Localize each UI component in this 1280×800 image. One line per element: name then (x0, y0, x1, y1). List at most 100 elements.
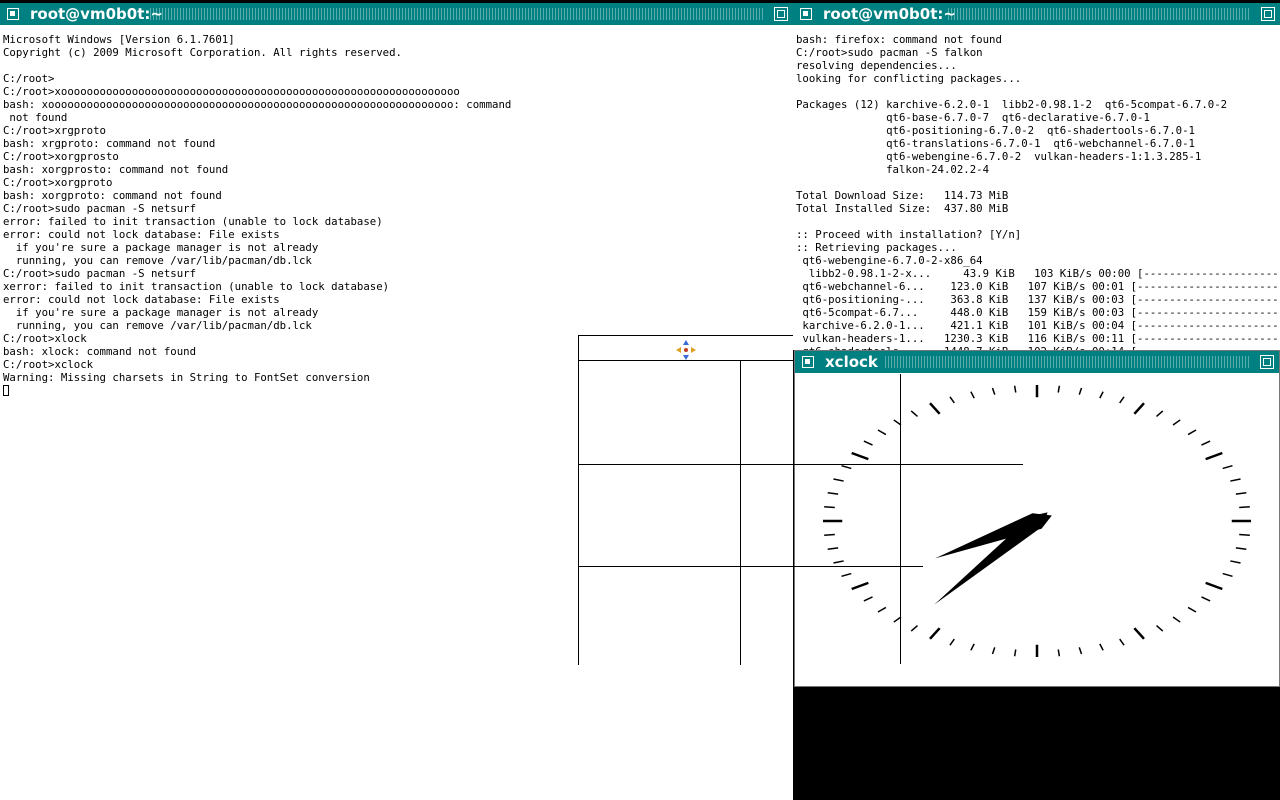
clock-minute-tick (1239, 533, 1250, 536)
clock-minute-tick (1013, 649, 1017, 657)
terminal-line: C:/root>xrgproto (3, 124, 106, 137)
clock-hour-tick (851, 451, 869, 461)
clock-hour-tick (1205, 451, 1223, 461)
clock-minute-tick (1172, 616, 1181, 623)
terminal-line: Copyright (c) 2009 Microsoft Corporation… (3, 46, 402, 59)
terminal-line: qt6-translations-6.7.0-1 qt6-webchannel-… (796, 137, 1195, 150)
right-terminal-output[interactable]: bash: firefox: command not found C:/root>… (796, 33, 1278, 350)
terminal-line: resolving dependencies... (796, 59, 957, 72)
terminal-line: C:/root>sudo pacman -S falkon (796, 46, 983, 59)
terminal-line: C:/root> (3, 72, 55, 85)
maximize-icon[interactable] (1260, 355, 1274, 369)
maximize-icon[interactable] (774, 7, 788, 21)
clock-minute-tick (824, 533, 835, 536)
window-menu-icon[interactable] (7, 8, 19, 20)
terminal-line: error: could not lock database: File exi… (3, 228, 280, 241)
left-terminal-output[interactable]: Microsoft Windows [Version 6.1.7601] Copy… (3, 33, 791, 800)
terminal-line: Packages (12) karchive-6.2.0-1 libb2-0.9… (796, 98, 1228, 111)
move-cursor-icon (676, 340, 696, 360)
terminal-line: looking for conflicting packages... (796, 72, 1022, 85)
window-menu-icon[interactable] (802, 356, 814, 368)
terminal-line: :: Retrieving packages... (796, 241, 957, 254)
clock-minute-tick (1156, 410, 1164, 418)
window-title: root@vm0b0t:~ (823, 5, 956, 23)
terminal-line: Total Installed Size: 437.80 MiB (796, 202, 1009, 215)
terminal-line: qt6-positioning-... 363.8 KiB 137 KiB/s … (796, 293, 1278, 306)
terminal-line: if you're sure a package manager is not … (3, 306, 319, 319)
clock-minute-tick (827, 547, 839, 551)
window-title: root@vm0b0t:~ (30, 5, 163, 23)
clock-minute-tick (1078, 387, 1083, 395)
terminal-line: C:/root>xorgproto (3, 176, 113, 189)
right-terminal-window[interactable]: root@vm0b0t:~ bash: firefox: command not… (793, 3, 1280, 350)
maximize-icon[interactable] (1261, 7, 1275, 21)
terminal-line: Warning: Missing charsets in String to F… (3, 371, 370, 384)
clock-minute-hand (934, 512, 1048, 605)
clock-minute-tick (863, 596, 873, 602)
clock-minute-tick (949, 638, 955, 646)
window-menu-icon[interactable] (800, 8, 812, 20)
clock-minute-tick (1057, 385, 1061, 393)
clock-hour-tick (1133, 627, 1145, 640)
terminal-line: bash: xrgproto: command not found (3, 137, 216, 150)
clock-minute-tick (1119, 396, 1125, 404)
terminal-line: qt6-webengine-6.7.0-2 vulkan-headers-1:1… (796, 150, 1202, 163)
titlebar-grip[interactable] (885, 356, 1249, 368)
terminal-line: qt6-webchannel-6... 123.0 KiB 107 KiB/s … (796, 280, 1278, 293)
clock-minute-tick (1201, 440, 1211, 446)
text-cursor (3, 385, 9, 396)
clock-minute-tick (1187, 429, 1197, 436)
clock-minute-tick (910, 410, 918, 418)
xclock-window[interactable]: xclock (794, 350, 1280, 687)
clock-minute-tick (833, 478, 844, 482)
terminal-line: bash: xlock: command not found (3, 345, 197, 358)
clock-minute-tick (1119, 638, 1125, 646)
clock-minute-tick (877, 429, 887, 436)
clock-minute-tick (1078, 647, 1083, 655)
terminal-line: vulkan-headers-1... 1230.3 KiB 116 KiB/s… (796, 332, 1278, 345)
terminal-line: falkon-24.02.2-4 (796, 163, 990, 176)
clock-hour-tick (1205, 581, 1223, 591)
terminal-line: C:/root>xorgprosto (3, 150, 119, 163)
clock-hour-tick (929, 402, 941, 415)
terminal-line: bash: xorgproto: command not found (3, 189, 222, 202)
clock-minute-tick (1235, 491, 1247, 495)
left-terminal-titlebar[interactable]: root@vm0b0t:~ (0, 3, 793, 25)
titlebar-grip[interactable] (150, 8, 763, 20)
clock-minute-tick (910, 624, 918, 632)
terminal-cursor-line (3, 384, 791, 397)
terminal-line: karchive-6.2.0-1... 421.1 KiB 101 KiB/s … (796, 319, 1278, 332)
titlebar-grip[interactable] (948, 8, 1250, 20)
clock-minute-tick (841, 572, 852, 578)
terminal-line: not found (3, 111, 68, 124)
right-terminal-titlebar[interactable]: root@vm0b0t:~ (793, 3, 1280, 25)
terminal-line: Microsoft Windows [Version 6.1.7601] (3, 33, 235, 46)
xclock-titlebar[interactable]: xclock (795, 351, 1279, 373)
clock-minute-tick (824, 506, 835, 509)
terminal-line: C:/root>xooooooooooooooooooooooooooooooo… (3, 85, 460, 98)
clock-minute-tick (1013, 385, 1017, 393)
terminal-line: if you're sure a package manager is not … (3, 241, 319, 254)
clock-minute-tick (1222, 572, 1233, 578)
terminal-line: C:/root>sudo pacman -S netsurf (3, 202, 197, 215)
clock-face (823, 385, 1251, 657)
clock-minute-tick (1201, 596, 1211, 602)
terminal-line: error: failed to init transaction (unabl… (3, 215, 383, 228)
clock-minute-tick (1230, 478, 1241, 482)
terminal-line: running, you can remove /var/lib/pacman/… (3, 319, 312, 332)
clock-minute-tick (1187, 606, 1197, 613)
clock-minute-tick (1222, 464, 1233, 470)
clock-minute-tick (970, 643, 975, 651)
clock-minute-tick (991, 387, 996, 395)
terminal-line: C:/root>xlock (3, 332, 87, 345)
terminal-line: C:/root>sudo pacman -S netsurf (3, 267, 197, 280)
clock-hour-tick (1133, 402, 1145, 415)
terminal-line: :: Proceed with installation? [Y/n] (796, 228, 1022, 241)
terminal-line: running, you can remove /var/lib/pacman/… (3, 254, 312, 267)
terminal-line: qt6-positioning-6.7.0-2 qt6-shadertools-… (796, 124, 1195, 137)
left-terminal-window[interactable]: root@vm0b0t:~ Microsoft Windows [Version… (0, 3, 793, 800)
terminal-line: bash: xorgprosto: command not found (3, 163, 229, 176)
terminal-line: error: could not lock database: File exi… (3, 293, 280, 306)
